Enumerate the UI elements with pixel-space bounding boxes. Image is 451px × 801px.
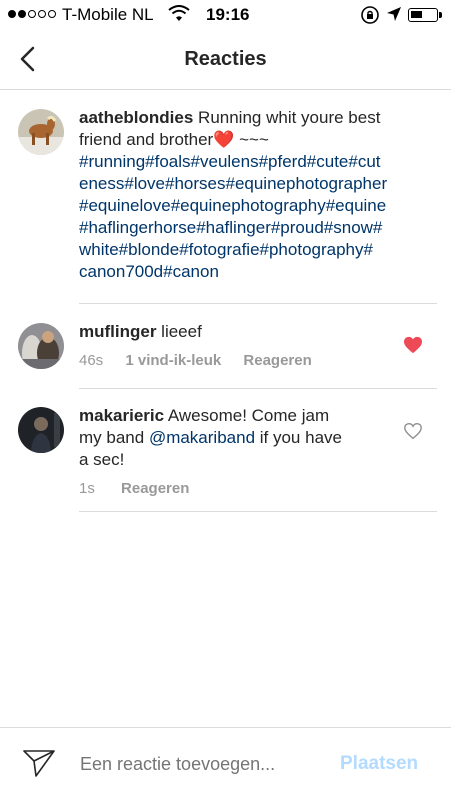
comment-meta: 46s 1 vind-ik-leuk Reageren (79, 352, 312, 369)
paper-plane-icon (23, 750, 55, 777)
reply-button[interactable]: Reageren (243, 352, 311, 369)
comment-row: makarieric Awesome! Come jam my band @ma… (0, 389, 451, 511)
comment-text: makarieric Awesome! Come jam my band @ma… (79, 406, 342, 469)
comment-time: 1s (79, 480, 95, 497)
hashtag-line[interactable]: eness#love#horses#equinephotographer (79, 174, 387, 193)
comment-username[interactable]: makarieric (79, 406, 164, 425)
caption-line: Running whit youre best (193, 108, 381, 127)
post-button[interactable]: Plaatsen (340, 753, 418, 775)
location-arrow-icon (386, 6, 402, 27)
hashtag-line[interactable]: #haflingerhorse#haflinger#proud#snow# (79, 218, 382, 237)
comment-composer: Plaatsen (0, 727, 451, 801)
like-count-link[interactable]: 1 vind-ik-leuk (125, 352, 221, 369)
comment-meta: 1s Reageren (79, 480, 189, 497)
heart-filled-icon (404, 336, 422, 354)
page-title: Reacties (184, 48, 267, 70)
mention-link[interactable]: @makariband (149, 428, 255, 447)
wifi-icon (168, 5, 190, 28)
status-bar: T-Mobile NL 19:16 (0, 0, 451, 30)
rotation-lock-icon (360, 5, 380, 30)
carrier-name: T-Mobile NL (62, 5, 154, 24)
hashtag-line[interactable]: #equinelove#equinephotography#equine (79, 196, 386, 215)
heart-outline-icon (404, 422, 422, 440)
comment-input[interactable] (80, 754, 320, 775)
like-button[interactable] (403, 336, 425, 356)
caption-line: friend and brother❤️ ~~~ (79, 130, 269, 149)
avatar[interactable] (18, 109, 64, 155)
avatar[interactable] (18, 323, 64, 369)
nav-bar: Reacties (0, 30, 451, 90)
reply-button[interactable]: Reageren (121, 480, 189, 497)
comment-time: 46s (79, 352, 104, 369)
comment-text: muflinger lieeef (79, 322, 202, 341)
caption-text: aatheblondies Running whit youre best fr… (79, 107, 439, 283)
clock: 19:16 (206, 5, 250, 24)
comment-username[interactable]: muflinger (79, 322, 156, 341)
caption: aatheblondies Running whit youre best fr… (0, 89, 451, 303)
caption-username[interactable]: aatheblondies (79, 108, 193, 127)
battery-icon (408, 8, 442, 22)
hashtag-line[interactable]: white#blonde#fotografie#photography# (79, 240, 373, 259)
divider (79, 511, 437, 512)
avatar[interactable] (18, 407, 64, 453)
comment-row: muflinger lieeef 46s 1 vind-ik-leuk Reag… (0, 304, 451, 388)
direct-share-button[interactable] (22, 748, 56, 778)
like-button[interactable] (403, 422, 425, 442)
hashtag-line[interactable]: #running#foals#veulens#pferd#cute#cut (79, 152, 381, 171)
signal-strength-icon (8, 10, 56, 18)
hashtag-line[interactable]: canon700d#canon (79, 262, 219, 281)
